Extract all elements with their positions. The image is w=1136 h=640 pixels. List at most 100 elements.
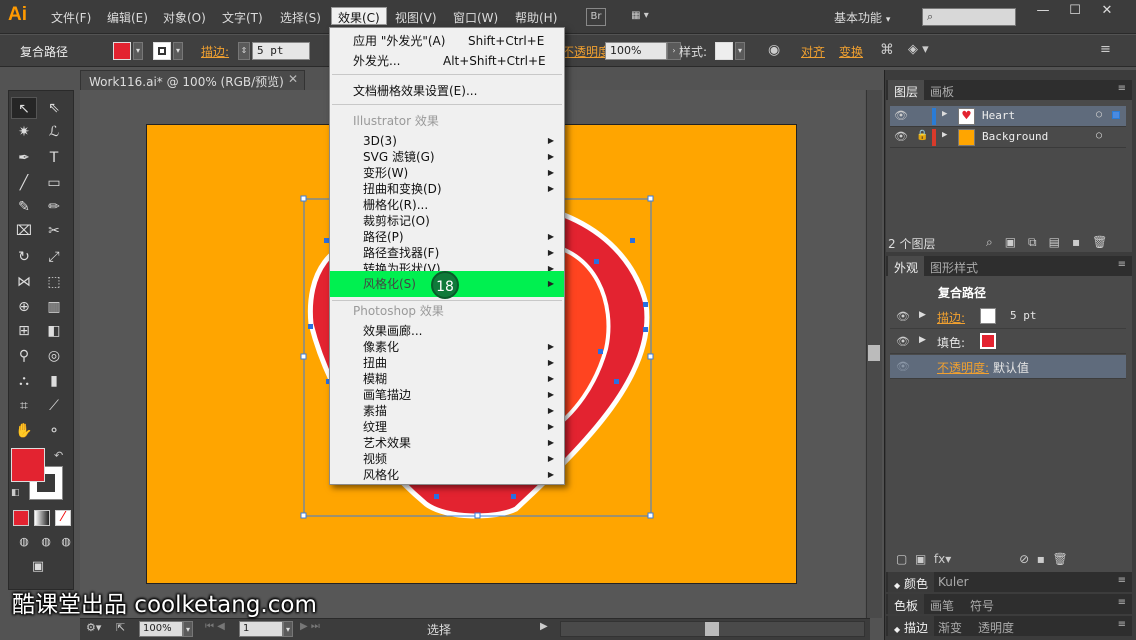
expand-arrow-icon[interactable]: ▶ [919,310,926,320]
stroke-weight-label[interactable]: 描边: [201,43,229,60]
stroke-swatch[interactable] [153,42,171,60]
minimize-button[interactable]: — [1028,2,1058,20]
default-colors-icon[interactable]: ◧ [11,488,20,498]
appearance-footer-icons[interactable]: ▢ ▣ fx▾ ⊘ ▪ 🗑 [896,552,1068,566]
opacity-input[interactable]: 100% [605,42,667,60]
pen-tool-icon[interactable]: ✒ [11,147,37,169]
arrange-icon[interactable]: ◈ ▾ [908,42,929,57]
appearance-opacity-row[interactable]: 👁 不透明度: 默认值 [890,355,1126,379]
menu-view[interactable]: 视图(V) [395,9,437,27]
layers-panel-footer-icons[interactable]: ⌕▣⧉▤▪🗑 [986,235,1119,250]
expand-arrow-icon[interactable]: ▶ [942,109,947,119]
menu-select[interactable]: 选择(S) [280,9,321,27]
menu-item-distort[interactable]: 扭曲 ▶ [330,355,564,371]
menu-type[interactable]: 文字(T) [222,9,263,27]
type-tool-icon[interactable]: T [41,147,67,169]
layer-row-background[interactable]: 👁 🔒 ▶ Background ○ [890,127,1126,148]
stroke-swatch[interactable] [980,308,996,324]
menu-window[interactable]: 窗口(W) [453,9,498,27]
gradient-tool-icon[interactable]: ◧ [41,320,67,342]
expand-arrow-icon[interactable]: ▶ [942,130,947,140]
fill-swatch[interactable] [980,333,996,349]
isolate-icon[interactable]: ⌘ [880,42,894,58]
target-circle-icon[interactable]: ○ [1096,109,1102,120]
menu-item-warp[interactable]: 变形(W) ▶ [330,165,564,181]
appearance-stroke-row[interactable]: 👁 ▶ 描边: 5 pt [890,305,1126,329]
menu-item-blur[interactable]: 模糊 ▶ [330,371,564,387]
rotate-tool-icon[interactable]: ↻ [11,246,37,268]
slice-tool-icon[interactable]: ⟋ [41,395,67,417]
swatches-panel-menu-icon[interactable]: ≡ [1118,597,1126,608]
menu-item-svg-filters[interactable]: SVG 滤镜(G) ▶ [330,149,564,165]
lasso-tool-icon[interactable]: ℒ [41,121,67,143]
tab-graphic-styles[interactable]: 图形样式 [924,256,984,276]
menu-file[interactable]: 文件(F) [51,9,91,27]
menu-item-rasterize[interactable]: 栅格化(R)... [330,197,564,213]
lock-icon[interactable]: 🔒 [916,130,928,141]
color-mode-icon[interactable] [13,510,29,526]
tab-swatches[interactable]: 色板 [888,594,925,614]
scissors-tool-icon[interactable]: ✂ [41,220,67,242]
help-search-input[interactable]: ⌕ [922,8,1016,26]
document-tab[interactable]: Work116.ai* @ 100% (RGB/预览) [80,70,305,90]
hand-tool-icon[interactable]: ✋ [11,420,37,442]
stroke-weight-input[interactable]: 5 pt [252,42,310,60]
appearance-fill-row[interactable]: 👁 ▶ 填色: [890,330,1126,354]
mesh-tool-icon[interactable]: ⊞ [11,320,37,342]
draw-inside-icon[interactable]: ◍ [53,531,79,553]
stroke-dropdown[interactable]: ▾ [173,42,183,60]
menu-item-3d[interactable]: 3D(3) ▶ [330,133,564,149]
menu-item-apply-last-effect[interactable]: 应用 "外发光"(A) Shift+Ctrl+E [330,33,564,49]
graph-tool-icon[interactable]: ▮ [41,370,67,392]
rectangle-tool-icon[interactable]: ▭ [41,172,67,194]
tab-artboards[interactable]: 画板 [924,80,960,100]
menu-help[interactable]: 帮助(H) [515,9,557,27]
menu-edit[interactable]: 编辑(E) [107,9,148,27]
swap-colors-icon[interactable]: ↶ [54,449,63,462]
tab-kuler[interactable]: Kuler [932,572,975,592]
graphic-style-swatch[interactable] [715,42,733,60]
menu-item-convert-to-shape[interactable]: 转换为形状(V) ▶ [330,261,564,271]
paintbrush-tool-icon[interactable]: ✎ [11,196,37,218]
selection-tool-icon[interactable]: ↖ [11,97,37,119]
menu-item-pathfinder[interactable]: 路径查找器(F) ▶ [330,245,564,261]
tab-color[interactable]: ◆ 颜色 [888,572,934,592]
zoom-level-input[interactable]: 100% [139,621,183,637]
blob-brush-tool-icon[interactable]: ⌧ [11,220,37,242]
layers-panel-menu-icon[interactable]: ≡ [1118,83,1126,94]
tab-stroke[interactable]: ◆ 描边 [888,616,934,636]
workspace-switcher[interactable]: 基本功能 ▾ [834,9,890,26]
artboard-dropdown[interactable]: ▾ [283,621,293,637]
color-panel-menu-icon[interactable]: ≡ [1118,575,1126,586]
visibility-eye-icon[interactable]: 👁 [896,310,910,323]
scale-tool-icon[interactable]: ⤢ [41,246,67,268]
artboard-tool-icon[interactable]: ⌗ [11,395,37,417]
menu-item-distort-transform[interactable]: 扭曲和变换(D) ▶ [330,181,564,197]
gradient-mode-icon[interactable] [34,510,50,526]
menu-item-last-effect[interactable]: 外发光... Alt+Shift+Ctrl+E [330,53,564,69]
tab-appearance[interactable]: 外观 [888,256,925,276]
document-close-icon[interactable]: ✕ [288,72,298,86]
magic-wand-tool-icon[interactable]: ✷ [11,121,37,143]
eyedropper-tool-icon[interactable]: ⚲ [11,345,37,367]
maximize-button[interactable]: ☐ [1060,2,1090,20]
arrange-documents-icon[interactable]: ▦ ▾ [625,8,655,26]
first-artboard-icon[interactable]: ⏮ ◀ [205,621,225,632]
menu-item-crop-marks[interactable]: 裁剪标记(O) [330,213,564,229]
recolor-icon[interactable]: ◉ [768,42,780,58]
free-transform-tool-icon[interactable]: ⬚ [41,271,67,293]
direct-selection-tool-icon[interactable]: ⇖ [41,97,67,119]
visibility-eye-icon[interactable]: 👁 [896,360,910,373]
zoom-tool-icon[interactable]: ⚬ [41,420,67,442]
menu-item-raster-settings[interactable]: 文档栅格效果设置(E)... [330,83,564,99]
tab-brushes[interactable]: 画笔 [924,594,960,614]
zoom-dropdown[interactable]: ▾ [183,621,193,637]
vertical-scroll-thumb[interactable] [868,345,880,361]
fill-swatch[interactable] [113,42,131,60]
tab-layers[interactable]: 图层 [888,80,925,100]
layer-name[interactable]: Background [982,130,1048,143]
transform-link[interactable]: 变换 [839,43,863,60]
menu-item-pixelate[interactable]: 像素化 ▶ [330,339,564,355]
align-link[interactable]: 对齐 [801,43,825,60]
appearance-panel-menu-icon[interactable]: ≡ [1118,259,1126,270]
